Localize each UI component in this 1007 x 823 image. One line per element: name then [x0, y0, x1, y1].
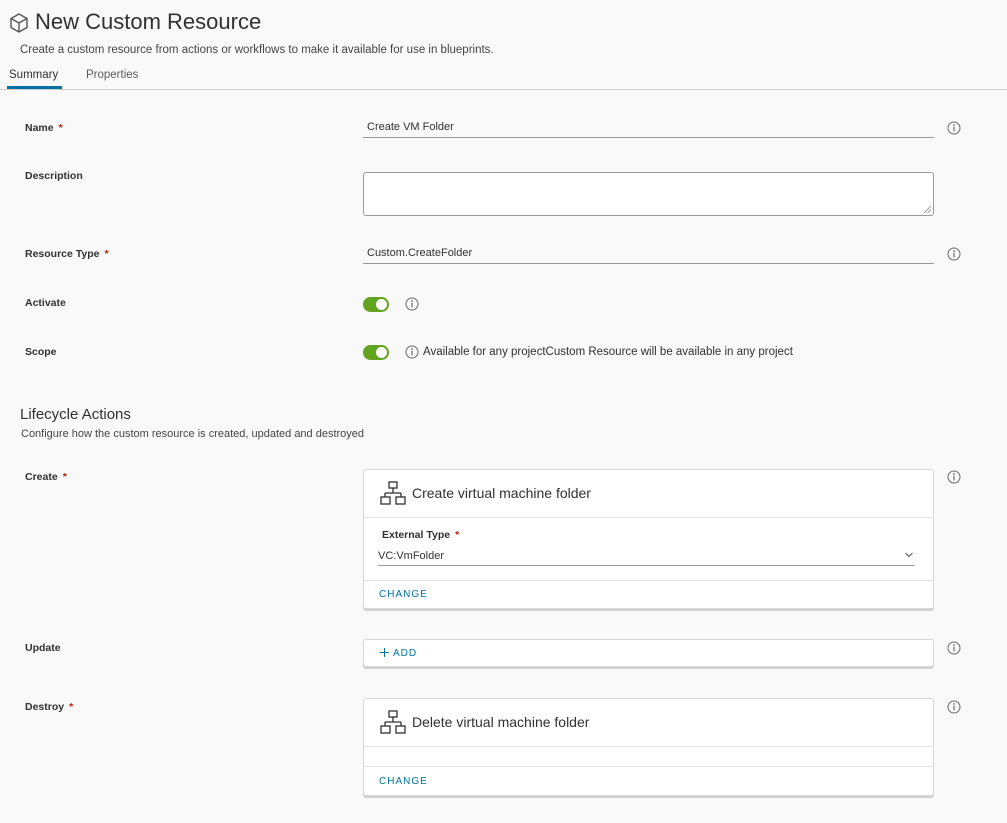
destroy-action-title: Delete virtual machine folder: [412, 714, 590, 730]
destroy-action-card: Delete virtual machine folder CHANGE: [363, 698, 934, 796]
card-divider: [364, 517, 933, 518]
card-divider: [364, 580, 933, 581]
destroy-label: Destroy *: [25, 701, 74, 713]
create-label: Create *: [25, 471, 67, 483]
external-type-label: External Type *: [382, 529, 460, 541]
plus-icon: [380, 648, 389, 657]
update-action-card: ADD: [363, 639, 934, 667]
destroy-change-button[interactable]: CHANGE: [379, 776, 428, 787]
description-label: Description: [25, 170, 83, 182]
external-type-value: VC:VmFolder: [378, 550, 445, 562]
create-action-card: Create virtual machine folder External T…: [363, 469, 934, 609]
lifecycle-section-title: Lifecycle Actions: [20, 406, 131, 423]
scope-label: Scope: [25, 346, 57, 358]
activate-toggle[interactable]: [363, 297, 389, 312]
name-input[interactable]: Create VM Folder: [363, 118, 934, 138]
card-divider: [364, 766, 933, 767]
cube-icon: [10, 13, 28, 33]
info-icon[interactable]: [947, 247, 961, 261]
chevron-down-icon: [905, 552, 913, 558]
info-icon[interactable]: [947, 641, 961, 655]
toggle-knob: [376, 299, 387, 310]
update-add-button[interactable]: ADD: [380, 648, 417, 659]
tab-summary[interactable]: Summary: [9, 69, 58, 81]
page-subtitle: Create a custom resource from actions or…: [20, 44, 494, 56]
info-icon[interactable]: [947, 470, 961, 484]
resource-type-input[interactable]: Custom.CreateFolder: [363, 244, 934, 264]
tab-bar: Summary Properties: [0, 68, 1007, 90]
description-textarea[interactable]: [363, 172, 934, 216]
info-icon[interactable]: [405, 345, 419, 359]
workflow-icon: [380, 481, 406, 505]
update-label: Update: [25, 642, 61, 654]
info-icon[interactable]: [405, 297, 419, 311]
workflow-icon: [380, 710, 406, 734]
scope-help-text: Available for any projectCustom Resource…: [423, 346, 793, 358]
info-icon[interactable]: [947, 121, 961, 135]
tab-properties[interactable]: Properties: [86, 69, 138, 81]
resize-grip-icon[interactable]: [924, 206, 931, 213]
activate-label: Activate: [25, 297, 66, 309]
info-icon[interactable]: [947, 700, 961, 714]
active-tab-indicator: [7, 86, 62, 89]
page-title: New Custom Resource: [35, 9, 262, 34]
create-change-button[interactable]: CHANGE: [379, 589, 428, 600]
resource-type-label: Resource Type *: [25, 248, 109, 260]
scope-toggle[interactable]: [363, 345, 389, 360]
create-action-title: Create virtual machine folder: [412, 485, 591, 501]
card-divider: [364, 746, 933, 747]
lifecycle-section-subtitle: Configure how the custom resource is cre…: [21, 428, 365, 440]
toggle-knob: [376, 347, 387, 358]
name-label: Name *: [25, 122, 63, 134]
external-type-select[interactable]: VC:VmFolder: [378, 548, 915, 566]
